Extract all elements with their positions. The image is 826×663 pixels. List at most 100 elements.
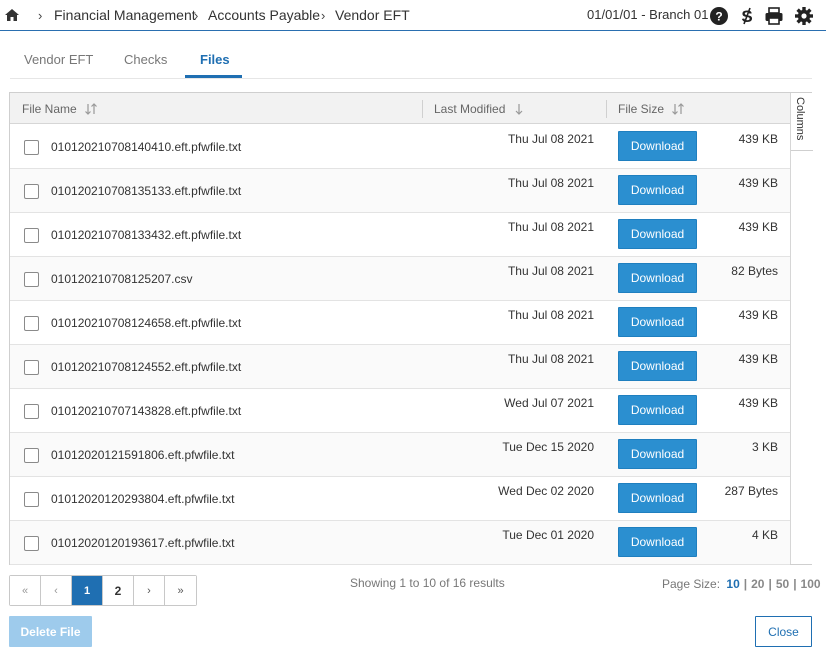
file-size: 82 Bytes: [731, 264, 778, 278]
file-name: 010120210708124658.eft.pfwfile.txt: [51, 316, 242, 330]
download-button[interactable]: Download: [618, 263, 697, 293]
table-row[interactable]: 010120210708140410.eft.pfwfile.txt Thu Ju…: [10, 125, 790, 169]
file-size: 439 KB: [738, 308, 778, 322]
download-button[interactable]: Download: [618, 175, 697, 205]
row-checkbox[interactable]: [24, 140, 39, 155]
branch-selector[interactable]: 01/01/01 - Branch 01: [587, 7, 708, 22]
column-resizer[interactable]: [606, 100, 607, 118]
row-checkbox[interactable]: [24, 448, 39, 463]
row-checkbox[interactable]: [24, 184, 39, 199]
table-row[interactable]: 01012020120293804.eft.pfwfile.txt Wed Dec…: [10, 477, 790, 521]
sort-descending-icon[interactable]: [513, 103, 525, 115]
tab-checks[interactable]: Checks: [124, 52, 167, 67]
row-checkbox[interactable]: [24, 536, 39, 551]
table-row[interactable]: 010120210707143828.eft.pfwfile.txt Wed Ju…: [10, 389, 790, 433]
tab-vendor-eft[interactable]: Vendor EFT: [24, 52, 93, 67]
download-button[interactable]: Download: [618, 395, 697, 425]
row-checkbox[interactable]: [24, 404, 39, 419]
gear-icon[interactable]: [794, 6, 814, 26]
file-name: 01012020120193617.eft.pfwfile.txt: [51, 536, 235, 550]
column-header-last-modified[interactable]: Last Modified: [434, 102, 525, 116]
download-button[interactable]: Download: [618, 527, 697, 557]
row-checkbox[interactable]: [24, 492, 39, 507]
download-button[interactable]: Download: [618, 483, 697, 513]
file-size: 439 KB: [738, 132, 778, 146]
download-button[interactable]: Download: [618, 351, 697, 381]
page-1-button[interactable]: 1: [72, 576, 103, 605]
row-checkbox[interactable]: [24, 316, 39, 331]
tool-panel: Columns: [790, 93, 813, 564]
page-size-10[interactable]: 10: [726, 577, 739, 591]
previous-page-button[interactable]: ‹: [41, 576, 72, 605]
page-size-20[interactable]: 20: [751, 577, 764, 591]
last-modified: Thu Jul 08 2021: [507, 264, 594, 278]
file-name: 010120210707143828.eft.pfwfile.txt: [51, 404, 242, 418]
download-button[interactable]: Download: [618, 307, 697, 337]
last-modified: Thu Jul 08 2021: [507, 352, 594, 366]
row-checkbox[interactable]: [24, 272, 39, 287]
table-row[interactable]: 01012020120193617.eft.pfwfile.txt Tue Dec…: [10, 521, 790, 565]
page-2-button[interactable]: 2: [103, 576, 134, 605]
column-title: File Name: [22, 102, 77, 116]
file-size: 439 KB: [738, 176, 778, 190]
table-row[interactable]: 010120210708124658.eft.pfwfile.txt Thu Ju…: [10, 301, 790, 345]
sort-icon[interactable]: [84, 103, 98, 115]
first-page-button[interactable]: «: [10, 576, 41, 605]
table-row[interactable]: 010120210708133432.eft.pfwfile.txt Thu Ju…: [10, 213, 790, 257]
home-icon[interactable]: [4, 7, 20, 23]
delete-file-button[interactable]: Delete File: [9, 616, 92, 647]
chevron-right-icon: ›: [194, 8, 199, 23]
columns-panel-toggle[interactable]: Columns: [791, 93, 813, 151]
last-modified: Tue Dec 15 2020: [502, 440, 594, 454]
last-page-button[interactable]: »: [165, 576, 196, 605]
row-checkbox[interactable]: [24, 228, 39, 243]
last-modified: Thu Jul 08 2021: [507, 308, 594, 322]
file-name: 010120210708124552.eft.pfwfile.txt: [51, 360, 242, 374]
breadcrumb-vendor-eft: Vendor EFT: [335, 7, 410, 23]
file-name: 010120210708135133.eft.pfwfile.txt: [51, 184, 242, 198]
row-checkbox[interactable]: [24, 360, 39, 375]
last-modified: Thu Jul 08 2021: [507, 176, 594, 190]
column-title: File Size: [618, 102, 665, 116]
column-header-file-name[interactable]: File Name: [22, 102, 98, 116]
column-title: Last Modified: [434, 102, 506, 116]
file-size: 439 KB: [738, 220, 778, 234]
column-header-file-size[interactable]: File Size: [618, 102, 685, 116]
last-modified: Thu Jul 08 2021: [507, 132, 594, 146]
download-button[interactable]: Download: [618, 439, 697, 469]
svg-text:?: ?: [715, 10, 722, 24]
download-button[interactable]: Download: [618, 131, 697, 161]
currency-s-icon[interactable]: S: [737, 6, 757, 26]
print-icon[interactable]: [764, 6, 784, 26]
tab-files[interactable]: Files: [200, 52, 230, 67]
close-button[interactable]: Close: [755, 616, 812, 647]
top-header: › Financial Management › Accounts Payabl…: [0, 0, 826, 31]
file-size: 4 KB: [751, 528, 778, 542]
tabs-divider: [10, 78, 812, 79]
chevron-right-icon: ›: [38, 8, 43, 23]
file-name: 010120210708125207.csv: [51, 272, 193, 286]
file-size: 439 KB: [738, 396, 778, 410]
next-page-button[interactable]: ›: [134, 576, 165, 605]
download-button[interactable]: Download: [618, 219, 697, 249]
breadcrumb-accounts-payable[interactable]: Accounts Payable: [208, 7, 320, 23]
page-size-100[interactable]: 100: [801, 577, 821, 591]
breadcrumb-financial-management[interactable]: Financial Management: [54, 7, 196, 23]
page-size-50[interactable]: 50: [776, 577, 789, 591]
table-row[interactable]: 01012020121591806.eft.pfwfile.txt Tue Dec…: [10, 433, 790, 477]
sort-icon[interactable]: [671, 103, 685, 115]
file-size: 3 KB: [751, 440, 778, 454]
table-row[interactable]: 010120210708124552.eft.pfwfile.txt Thu Ju…: [10, 345, 790, 389]
chevron-right-icon: ›: [321, 8, 326, 23]
last-modified: Wed Jul 07 2021: [504, 396, 594, 410]
last-modified: Tue Dec 01 2020: [502, 528, 594, 542]
file-name: 010120210708140410.eft.pfwfile.txt: [51, 140, 242, 154]
column-resizer[interactable]: [422, 100, 423, 118]
help-icon[interactable]: ?: [709, 6, 729, 26]
table-row[interactable]: 010120210708125207.csv Thu Jul 08 2021 Dow…: [10, 257, 790, 301]
pagination: « ‹ 1 2 › »: [9, 575, 197, 606]
page-size-selector: Page Size: 10 | 20 | 50 | 100: [662, 577, 821, 591]
last-modified: Wed Dec 02 2020: [498, 484, 594, 498]
table-row[interactable]: 010120210708135133.eft.pfwfile.txt Thu Ju…: [10, 169, 790, 213]
last-modified: Thu Jul 08 2021: [507, 220, 594, 234]
